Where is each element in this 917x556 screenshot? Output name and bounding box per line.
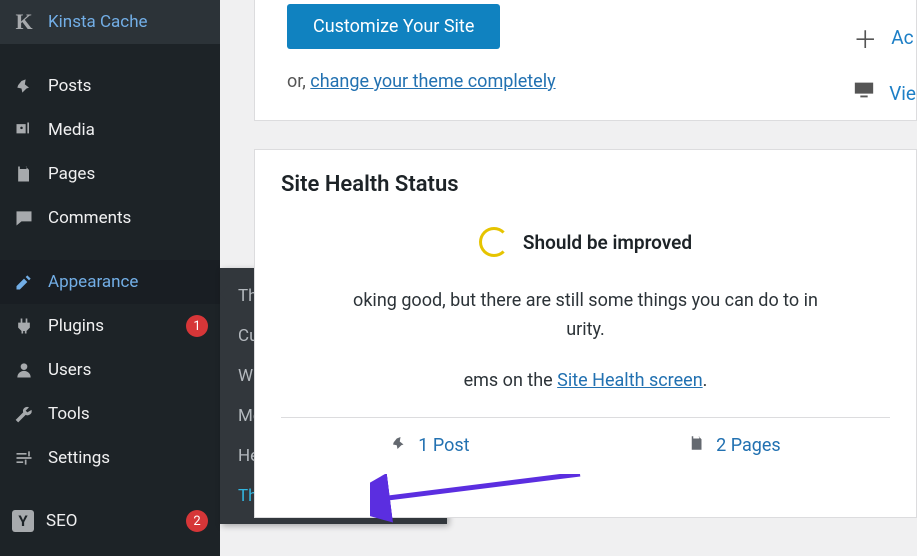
site-health-description: oking good, but there are still some thi… (281, 287, 890, 345)
pages-icon (688, 434, 706, 457)
or-prefix: or, (287, 71, 310, 92)
sidebar-item-posts[interactable]: Posts (0, 64, 220, 108)
user-icon (12, 358, 36, 382)
sidebar-item-label: Tools (48, 404, 208, 424)
site-health-screen-link[interactable]: Site Health screen (557, 370, 702, 391)
stat-pages[interactable]: 2 Pages (688, 434, 781, 457)
customize-site-button[interactable]: Customize Your Site (287, 4, 500, 49)
add-label: Ac (891, 26, 913, 49)
plugin-icon (12, 314, 36, 338)
change-theme-link[interactable]: change your theme completely (310, 71, 555, 92)
kinsta-logo-icon: K (12, 10, 36, 34)
site-health-panel: Site Health Status Should be improved ok… (254, 149, 917, 518)
at-a-glance-stats: 1 Post 2 Pages (281, 417, 890, 457)
view-label: Vie (889, 82, 916, 105)
sidebar-item-settings[interactable]: Settings (0, 436, 220, 480)
sidebar-item-label: Posts (48, 76, 208, 96)
update-badge: 1 (186, 315, 208, 337)
sidebar-item-appearance[interactable]: Appearance (0, 260, 220, 304)
sidebar-item-media[interactable]: Media (0, 108, 220, 152)
sliders-icon (12, 446, 36, 470)
sidebar-item-label: Comments (48, 208, 208, 228)
add-action[interactable]: ＋ Ac (853, 20, 916, 55)
monitor-icon (853, 79, 875, 107)
sidebar-item-label: Settings (48, 448, 208, 468)
progress-ring-icon (479, 227, 509, 257)
pages-icon (12, 162, 36, 186)
sidebar-item-label: Plugins (48, 316, 178, 336)
sidebar-item-seo[interactable]: Y SEO 2 (0, 500, 220, 542)
view-action[interactable]: Vie (853, 79, 916, 107)
stat-posts[interactable]: 1 Post (390, 434, 469, 457)
site-health-link-line: ems on the Site Health screen. (281, 367, 890, 396)
comments-icon (12, 206, 36, 230)
or-change-theme: or, change your theme completely (287, 71, 884, 92)
sidebar-item-label: Appearance (48, 272, 208, 292)
sidebar-item-pages[interactable]: Pages (0, 152, 220, 196)
yoast-icon: Y (12, 510, 34, 532)
sidebar-item-label: Pages (48, 164, 208, 184)
sidebar-item-plugins[interactable]: Plugins 1 (0, 304, 220, 348)
welcome-panel: Customize Your Site or, change your them… (254, 0, 917, 121)
sidebar-item-label: Users (48, 360, 208, 380)
update-badge: 2 (186, 510, 208, 532)
sidebar-item-users[interactable]: Users (0, 348, 220, 392)
wrench-icon (12, 402, 36, 426)
admin-sidebar: K Kinsta Cache Posts Media Pages Comment… (0, 0, 220, 556)
site-health-status-row: Should be improved (281, 227, 890, 257)
appearance-brush-icon (12, 270, 36, 294)
site-health-status: Should be improved (523, 231, 692, 254)
sidebar-item-comments[interactable]: Comments (0, 196, 220, 240)
site-health-title: Site Health Status (281, 172, 890, 197)
main-content: Customize Your Site or, change your them… (254, 0, 917, 546)
pushpin-icon (12, 74, 36, 98)
sidebar-item-label: SEO (46, 511, 178, 531)
quick-actions: ＋ Ac Vie (853, 20, 916, 131)
plus-icon: ＋ (853, 20, 877, 55)
sidebar-item-label: Media (48, 120, 208, 140)
sidebar-item-tools[interactable]: Tools (0, 392, 220, 436)
media-icon (12, 118, 36, 142)
pushpin-icon (390, 434, 408, 457)
sidebar-item-kinsta-cache[interactable]: K Kinsta Cache (0, 0, 220, 44)
sidebar-item-label: Kinsta Cache (48, 12, 208, 32)
